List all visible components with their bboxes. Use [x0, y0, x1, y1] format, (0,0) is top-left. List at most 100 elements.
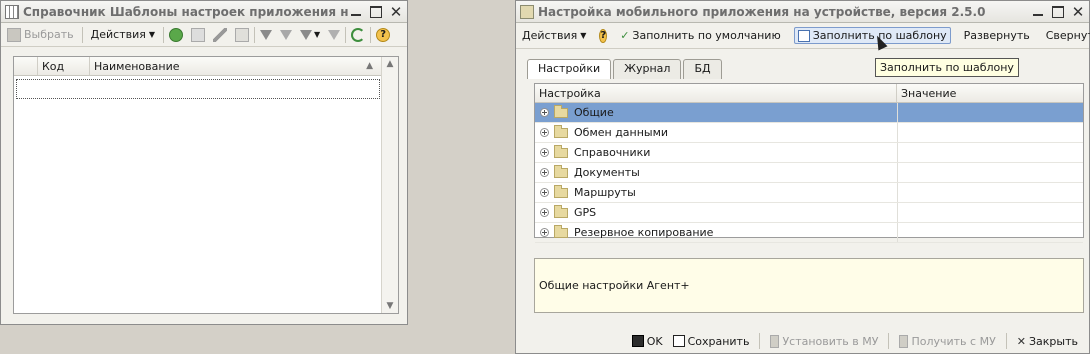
toolbar-divider — [888, 333, 890, 349]
tree-row-label: Маршруты — [574, 186, 636, 199]
maximize-button[interactable] — [1051, 5, 1065, 19]
ok-button[interactable]: OK — [629, 333, 666, 350]
folder-icon — [554, 224, 568, 238]
close-dialog-button[interactable]: ✕ Закрыть — [1014, 333, 1081, 350]
help-icon[interactable]: ? — [599, 28, 608, 43]
add-icon[interactable] — [169, 27, 184, 42]
refresh-icon[interactable] — [351, 27, 366, 42]
left-table: Код Наименование ▲ ▲ ▼ — [13, 56, 399, 314]
save-button[interactable]: Сохранить — [670, 333, 753, 350]
tab-db[interactable]: БД — [683, 59, 722, 79]
expand-node-icon[interactable] — [540, 148, 549, 157]
expand-node-icon[interactable] — [540, 168, 549, 177]
install-label: Установить в МУ — [782, 334, 879, 348]
tab-bar: Настройки Журнал БД — [527, 59, 722, 79]
fill-template-button[interactable]: Заполнить по шаблону — [793, 27, 951, 44]
maximize-button[interactable] — [369, 5, 383, 19]
tree-row-label: Общие — [574, 106, 614, 119]
code-column-header[interactable]: Код — [38, 57, 90, 75]
left-window: Справочник Шаблоны настроек приложения н… — [0, 0, 408, 325]
table-header: Код Наименование ▲ — [14, 57, 398, 76]
install-button[interactable]: Установить в МУ — [767, 333, 881, 350]
clear-filter-icon[interactable] — [328, 29, 341, 40]
phone-icon — [770, 334, 780, 348]
help-icon[interactable]: ? — [376, 27, 391, 42]
toolbar-divider — [81, 26, 83, 43]
save-icon — [672, 335, 685, 347]
toolbar-divider — [254, 26, 256, 43]
tree-row-label: Обмен данными — [574, 126, 669, 139]
tree-row[interactable]: Маршруты — [535, 183, 1083, 203]
expand-label: Развернуть — [963, 29, 1030, 42]
ok-label: OK — [646, 334, 663, 348]
description-text: Общие настройки Агент+ — [539, 279, 690, 292]
tree-row[interactable]: Общие — [535, 103, 1083, 123]
tree-row-label: Справочники — [574, 146, 651, 159]
save-label: Сохранить — [687, 334, 750, 348]
toolbar-divider — [370, 26, 372, 43]
collapse-button[interactable]: Свернуть — [1043, 27, 1090, 44]
folder-icon — [554, 104, 568, 118]
select-button[interactable]: Выбрать — [4, 26, 77, 44]
expand-node-icon[interactable] — [540, 108, 549, 117]
tree-row-label: GPS — [574, 206, 597, 219]
check-icon: ✓ — [620, 29, 630, 42]
sort-icon: ▲ — [366, 61, 373, 71]
fill-default-button[interactable]: ✓ Заполнить по умолчанию — [617, 27, 784, 44]
chevron-down-icon[interactable]: ▼ — [314, 30, 320, 39]
scroll-down-icon[interactable]: ▼ — [382, 301, 398, 311]
right-toolbar: Действия ▼ ? ✓ Заполнить по умолчанию За… — [516, 23, 1090, 49]
tree-row[interactable]: Резервное копирование — [535, 223, 1083, 243]
right-titlebar[interactable]: Настройка мобильного приложения на устро… — [516, 1, 1089, 23]
left-toolbar: Выбрать Действия ▼ ▼ ? — [1, 23, 407, 47]
value-column-header[interactable]: Значение — [897, 84, 1083, 102]
toolbar-divider — [759, 333, 761, 349]
tree-row[interactable]: Документы — [535, 163, 1083, 183]
name-column-header[interactable]: Наименование ▲ — [90, 57, 382, 75]
actions-menu[interactable]: Действия ▼ — [519, 27, 589, 44]
tree-row-label: Документы — [574, 166, 640, 179]
actions-menu[interactable]: Действия ▼ — [88, 26, 158, 43]
expand-node-icon[interactable] — [540, 188, 549, 197]
minimize-button[interactable] — [349, 5, 363, 19]
tree-row[interactable]: Обмен данными — [535, 123, 1083, 143]
actions-label: Действия — [90, 28, 146, 41]
expand-node-icon[interactable] — [540, 128, 549, 137]
toolbar-divider — [345, 26, 347, 43]
folder-icon — [554, 204, 568, 218]
delete-icon[interactable] — [235, 27, 250, 42]
tab-settings[interactable]: Настройки — [527, 59, 612, 79]
minimize-button[interactable] — [1031, 5, 1045, 19]
close-label: Закрыть — [1029, 334, 1078, 348]
left-titlebar[interactable]: Справочник Шаблоны настроек приложения н… — [1, 1, 407, 23]
filter-icon[interactable] — [260, 29, 273, 40]
right-window: Настройка мобильного приложения на устро… — [515, 0, 1090, 354]
settings-tree: Настройка Значение Общие Обмен данными С… — [534, 83, 1084, 243]
tree-row-label: Резервное копирование — [574, 226, 714, 239]
expand-node-icon[interactable] — [540, 228, 549, 237]
setting-column-header[interactable]: Настройка — [535, 84, 897, 102]
fill-default-label: Заполнить по умолчанию — [632, 29, 781, 42]
vertical-scrollbar[interactable]: ▲ ▼ — [381, 57, 398, 313]
toolbar-divider — [163, 26, 165, 43]
expand-button[interactable]: Развернуть — [961, 27, 1033, 44]
folder-icon — [554, 184, 568, 198]
tree-row[interactable]: Справочники — [535, 143, 1083, 163]
close-button[interactable]: ✕ — [389, 4, 403, 19]
table-row[interactable] — [16, 79, 380, 99]
save-ok-icon — [631, 335, 644, 347]
expand-node-icon[interactable] — [540, 208, 549, 217]
tab-journal[interactable]: Журнал — [613, 59, 682, 79]
chevron-down-icon: ▼ — [580, 31, 587, 40]
scroll-up-icon[interactable]: ▲ — [382, 59, 398, 69]
copy-icon[interactable] — [191, 27, 206, 42]
get-button[interactable]: Получить с МУ — [896, 333, 998, 350]
toolbar-divider — [1005, 333, 1007, 349]
close-button[interactable]: ✕ — [1071, 4, 1085, 19]
filter-list-icon[interactable] — [280, 29, 293, 40]
tree-row[interactable]: GPS — [535, 203, 1083, 223]
edit-icon[interactable] — [213, 27, 228, 42]
get-label: Получить с МУ — [911, 334, 996, 348]
name-column-label: Наименование — [94, 59, 180, 73]
filter-settings-icon[interactable] — [300, 29, 313, 40]
